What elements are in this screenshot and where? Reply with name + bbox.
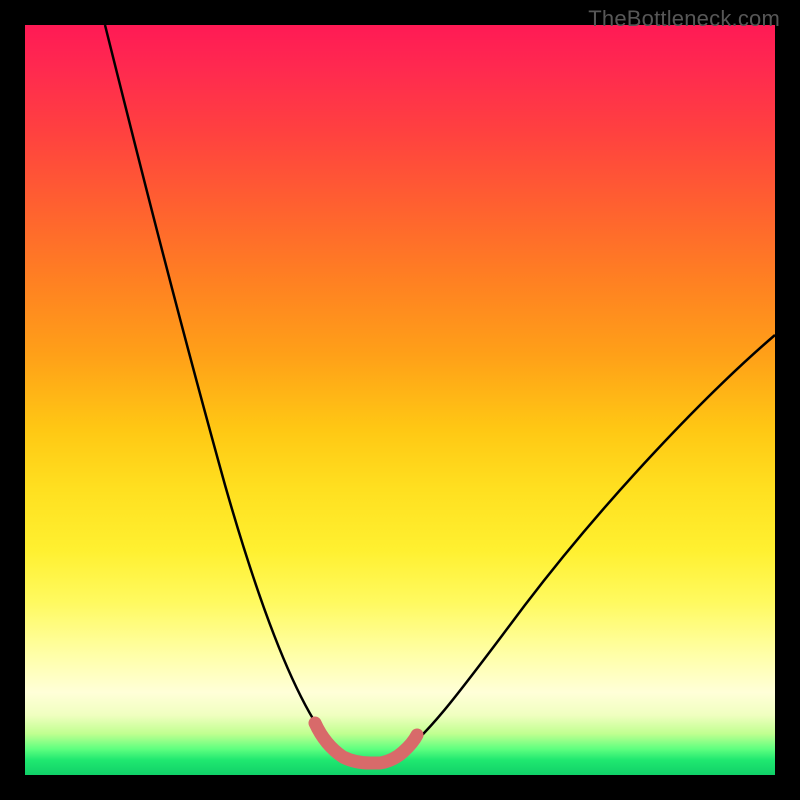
right-curve <box>396 335 775 757</box>
left-curve <box>105 25 343 757</box>
plot-area <box>25 25 775 775</box>
valley-marker <box>315 723 417 763</box>
chart-svg <box>25 25 775 775</box>
watermark-text: TheBottleneck.com <box>588 6 780 32</box>
